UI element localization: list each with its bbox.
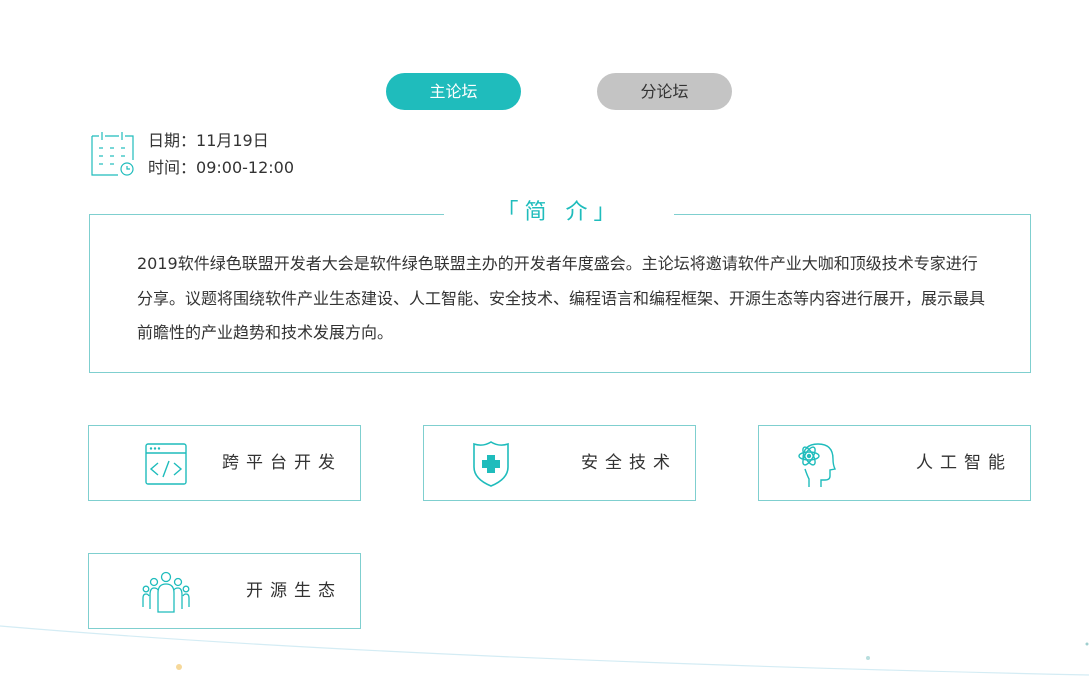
tab-sub-forum[interactable]: 分论坛 <box>597 73 732 110</box>
ai-head-icon <box>798 443 837 487</box>
topic-label: 安全技术 <box>581 453 677 473</box>
date-value: 11月19日 <box>196 131 269 150</box>
date-label: 日期： <box>148 131 197 150</box>
calendar-icon <box>91 132 134 176</box>
code-window-icon <box>145 443 187 485</box>
topic-label: 跨平台开发 <box>222 453 342 473</box>
topic-card-ai[interactable]: 人工智能 <box>758 425 1031 501</box>
decorative-curve <box>0 625 1089 676</box>
tab-main-forum[interactable]: 主论坛 <box>386 73 521 110</box>
topic-label: 人工智能 <box>916 453 1012 473</box>
intro-title: 「简 介」 <box>444 196 674 230</box>
topic-card-cross-platform[interactable]: 跨平台开发 <box>88 425 361 501</box>
time-line: 时间：09:00-12:00 <box>148 154 294 178</box>
topic-card-security[interactable]: 安全技术 <box>423 425 696 501</box>
shield-cross-icon <box>473 441 509 487</box>
time-label: 时间： <box>148 158 197 177</box>
date-line: 日期：11月19日 <box>148 127 269 151</box>
intro-text: 2019软件绿色联盟开发者大会是软件绿色联盟主办的开发者年度盛会。主论坛将邀请软… <box>137 254 986 342</box>
time-value: 09:00-12:00 <box>196 158 295 177</box>
